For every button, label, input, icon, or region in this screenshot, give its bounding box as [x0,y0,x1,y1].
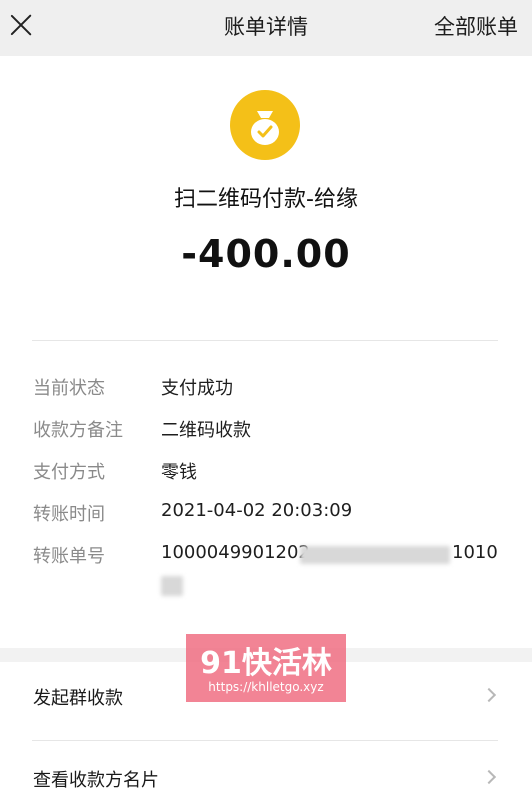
divider [32,340,498,341]
payee-note-value: 二维码收款 [161,420,251,441]
transfer-time-label: 转账时间 [33,504,105,525]
transfer-number-value: 1000049901202 [161,542,310,563]
payment-method-label: 支付方式 [33,462,105,483]
merchant-name: 扫二维码付款-给缘 [174,187,358,212]
transfer-number-tail: 1010 [452,542,498,563]
watermark-url: https://khlletgo.xyz [208,680,324,694]
status-value: 支付成功 [161,378,233,399]
menu-label: 发起群收款 [33,688,123,709]
amount: -400.00 [181,232,351,276]
top-bar: 账单详情 全部账单 [0,0,532,56]
chevron-right-icon [481,687,497,703]
money-bag-check-icon [230,90,300,160]
redacted-region [161,576,183,596]
view-payee-card-button[interactable]: 查看收款方名片 [0,746,532,800]
transfer-time-value: 2021-04-02 20:03:09 [161,500,353,521]
watermark-title: 91快活林 [200,646,332,681]
redacted-region [300,546,450,564]
chevron-right-icon [481,769,497,785]
transfer-number-label: 转账单号 [33,546,105,567]
divider [32,740,498,741]
payment-method-value: 零钱 [161,462,197,483]
menu-label: 查看收款方名片 [33,770,159,791]
payee-note-label: 收款方备注 [33,420,123,441]
all-bills-link[interactable]: 全部账单 [434,11,518,41]
watermark: 91快活林 https://khlletgo.xyz [186,634,346,702]
transaction-summary: 扫二维码付款-给缘 -400.00 当前状态 支付成功 收款方备注 二维码收款 … [0,56,532,648]
status-label: 当前状态 [33,378,105,399]
